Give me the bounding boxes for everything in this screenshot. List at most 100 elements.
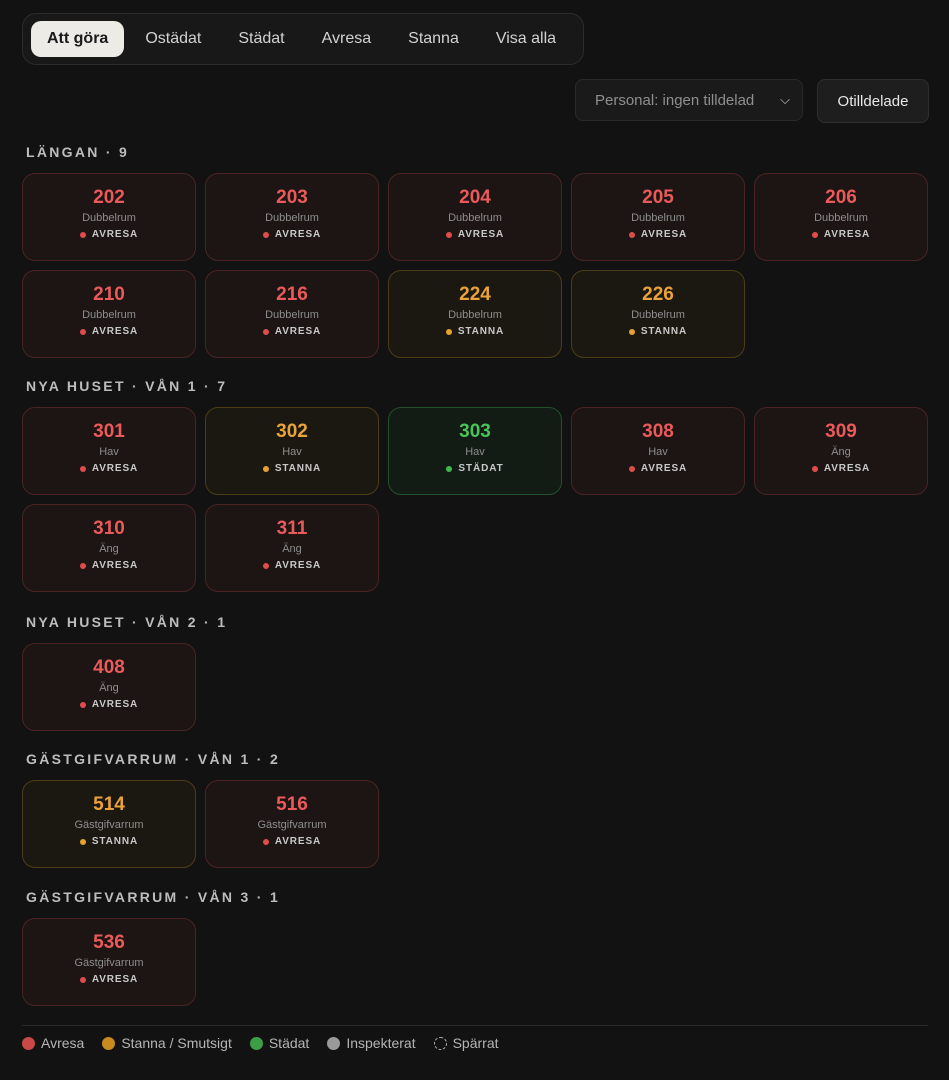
legend-label: Städat bbox=[268, 1035, 310, 1051]
room-status: AVRESA bbox=[79, 462, 139, 475]
status-label: AVRESA bbox=[640, 463, 688, 474]
status-dot-icon bbox=[445, 328, 452, 335]
room-status: AVRESA bbox=[262, 835, 322, 848]
room-card[interactable]: 310 Äng AVRESA bbox=[22, 504, 196, 592]
status-label: STANNA bbox=[91, 836, 139, 847]
status-legend: Avresa Stanna / Smutsigt Städat Inspekterat… bbox=[22, 1035, 517, 1051]
room-type: Gästgifvarrum bbox=[74, 819, 144, 831]
chevron-down-icon: ⌵ bbox=[780, 92, 790, 107]
tab-3[interactable]: Avresa bbox=[306, 21, 388, 57]
status-tab-bar: Att göra Ostädat Städat Avresa Stanna Visa al… bbox=[22, 13, 584, 65]
room-card[interactable]: 308 Hav AVRESA bbox=[571, 407, 745, 495]
unassigned-button[interactable]: Otilldelade bbox=[817, 79, 929, 123]
room-type: Dubbelrum bbox=[631, 212, 685, 224]
status-dot-icon bbox=[811, 231, 818, 238]
room-card[interactable]: 311 Äng AVRESA bbox=[205, 504, 379, 592]
staff-filter-value: Personal: ingen tilldelad bbox=[595, 91, 755, 109]
status-dot-icon bbox=[628, 465, 635, 472]
room-status: STÄDAT bbox=[446, 462, 503, 475]
status-dot-icon bbox=[628, 231, 635, 238]
status-label: AVRESA bbox=[274, 836, 322, 847]
status-label: AVRESA bbox=[91, 463, 139, 474]
legend-dot-icon bbox=[249, 1036, 263, 1050]
tab-5[interactable]: Visa alla bbox=[480, 21, 572, 57]
status-dot-icon bbox=[79, 976, 86, 983]
room-type: Dubbelrum bbox=[265, 309, 319, 321]
room-card[interactable]: 202 Dubbelrum AVRESA bbox=[22, 173, 196, 261]
legend-label: Avresa bbox=[41, 1035, 85, 1051]
room-card[interactable]: 516 Gästgifvarrum AVRESA bbox=[205, 780, 379, 868]
legend-item: Avresa bbox=[22, 1035, 84, 1051]
status-dot-icon bbox=[262, 838, 269, 845]
status-label: AVRESA bbox=[274, 326, 322, 337]
tab-0[interactable]: Att göra bbox=[31, 21, 125, 57]
room-status: AVRESA bbox=[445, 228, 504, 241]
staff-filter-select[interactable]: Personal: ingen tilldelad ⌵ bbox=[575, 79, 803, 121]
room-number: 210 bbox=[93, 284, 125, 305]
room-number: 309 bbox=[825, 421, 857, 442]
legend-dot-icon bbox=[102, 1036, 116, 1050]
tab-1[interactable]: Ostädat bbox=[129, 21, 217, 57]
room-card[interactable]: 302 Hav STANNA bbox=[205, 407, 379, 495]
room-card[interactable]: 224 Dubbelrum STANNA bbox=[388, 270, 562, 358]
room-number: 301 bbox=[93, 421, 125, 442]
status-dot-icon bbox=[262, 562, 269, 569]
room-status: STANNA bbox=[628, 325, 687, 338]
room-type: Gästgifvarrum bbox=[74, 957, 144, 969]
room-number: 202 bbox=[93, 187, 125, 208]
room-card[interactable]: 205 Dubbelrum AVRESA bbox=[571, 173, 745, 261]
legend-divider bbox=[22, 1025, 928, 1026]
status-dot-icon bbox=[262, 231, 269, 238]
status-dot-icon bbox=[79, 562, 86, 569]
room-card[interactable]: 408 Äng AVRESA bbox=[22, 643, 196, 731]
room-status: AVRESA bbox=[79, 559, 138, 572]
room-type: Dubbelrum bbox=[448, 309, 502, 321]
filter-bar: Personal: ingen tilldelad ⌵ Otilldelade bbox=[575, 79, 929, 123]
section-title: GÄSTGIFVARRUM · VÅN 1 · 2 bbox=[26, 751, 281, 767]
tab-2[interactable]: Städat bbox=[222, 21, 300, 57]
room-card[interactable]: 514 Gästgifvarrum STANNA bbox=[22, 780, 196, 868]
legend-dot-icon bbox=[22, 1036, 35, 1050]
section-title: LÄNGAN · 9 bbox=[26, 144, 130, 160]
room-card[interactable]: 301 Hav AVRESA bbox=[22, 407, 196, 495]
tab-4[interactable]: Stanna bbox=[392, 21, 475, 57]
room-number: 203 bbox=[276, 187, 308, 208]
room-card[interactable]: 203 Dubbelrum AVRESA bbox=[205, 173, 379, 261]
room-number: 302 bbox=[276, 421, 308, 442]
room-status: AVRESA bbox=[628, 462, 688, 475]
room-status: AVRESA bbox=[262, 228, 321, 241]
legend-item: Inspekterat bbox=[327, 1035, 416, 1051]
room-card[interactable]: 536 Gästgifvarrum AVRESA bbox=[22, 918, 196, 1006]
room-card[interactable]: 309 Äng AVRESA bbox=[754, 407, 928, 495]
room-status: AVRESA bbox=[262, 559, 322, 572]
room-card[interactable]: 204 Dubbelrum AVRESA bbox=[388, 173, 562, 261]
room-type: Hav bbox=[465, 446, 485, 458]
room-type: Äng bbox=[282, 543, 302, 555]
room-card[interactable]: 303 Hav STÄDAT bbox=[388, 407, 562, 495]
room-status: AVRESA bbox=[262, 325, 322, 338]
room-number: 224 bbox=[459, 284, 491, 305]
room-card[interactable]: 210 Dubbelrum AVRESA bbox=[22, 270, 196, 358]
room-status: STANNA bbox=[79, 835, 139, 848]
room-card[interactable]: 206 Dubbelrum AVRESA bbox=[754, 173, 928, 261]
room-status: STANNA bbox=[262, 462, 322, 475]
room-card[interactable]: 216 Dubbelrum AVRESA bbox=[205, 270, 379, 358]
room-number: 205 bbox=[642, 187, 674, 208]
status-dot-icon bbox=[79, 465, 86, 472]
status-label: STANNA bbox=[274, 463, 322, 474]
room-type: Hav bbox=[282, 446, 302, 458]
legend-dot-icon bbox=[327, 1036, 341, 1050]
status-dot-icon bbox=[445, 231, 452, 238]
room-status: AVRESA bbox=[811, 462, 871, 475]
room-type: Äng bbox=[831, 446, 851, 458]
room-type: Dubbelrum bbox=[82, 309, 136, 321]
room-type: Dubbelrum bbox=[265, 212, 319, 224]
status-label: AVRESA bbox=[823, 463, 871, 474]
legend-label: Spärrat bbox=[452, 1035, 499, 1051]
room-card[interactable]: 226 Dubbelrum STANNA bbox=[571, 270, 745, 358]
status-label: AVRESA bbox=[274, 560, 322, 571]
status-label: AVRESA bbox=[91, 326, 139, 337]
room-number: 514 bbox=[93, 794, 125, 815]
room-status: AVRESA bbox=[628, 228, 687, 241]
legend-label: Inspekterat bbox=[346, 1035, 416, 1051]
